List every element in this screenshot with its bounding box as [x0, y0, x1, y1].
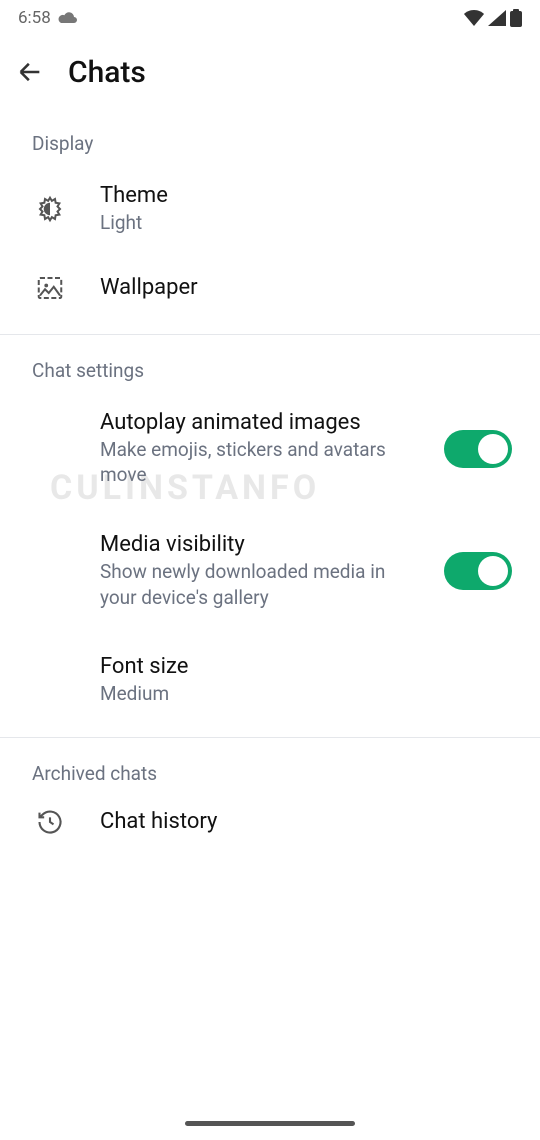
autoplay-toggle[interactable] — [444, 430, 512, 468]
wallpaper-title: Wallpaper — [100, 275, 516, 300]
theme-title: Theme — [100, 183, 516, 208]
section-display-header: Display — [0, 108, 540, 165]
section-archived-header: Archived chats — [0, 738, 540, 795]
font-size-value: Medium — [100, 681, 420, 707]
wallpaper-icon — [34, 272, 66, 304]
section-chat-settings-header: Chat settings — [0, 335, 540, 392]
media-visibility-subtitle: Show newly downloaded media in your devi… — [100, 559, 410, 610]
cloud-icon — [57, 10, 79, 26]
media-visibility-toggle[interactable] — [444, 552, 512, 590]
setting-font-size[interactable]: Font size Medium — [0, 628, 540, 725]
media-visibility-title: Media visibility — [100, 532, 410, 557]
status-time: 6:58 — [18, 8, 51, 28]
chat-history-title: Chat history — [100, 809, 516, 834]
setting-theme[interactable]: Theme Light — [0, 165, 540, 254]
app-header: Chats — [0, 36, 540, 108]
setting-autoplay[interactable]: Autoplay animated images Make emojis, st… — [0, 392, 540, 506]
setting-media-visibility[interactable]: Media visibility Show newly downloaded m… — [0, 506, 540, 628]
history-icon — [34, 806, 66, 838]
theme-icon — [34, 193, 66, 225]
page-title: Chats — [68, 55, 146, 90]
autoplay-title: Autoplay animated images — [100, 410, 410, 435]
theme-value: Light — [100, 210, 420, 236]
status-bar: 6:58 — [0, 0, 540, 36]
home-indicator[interactable] — [185, 1121, 355, 1126]
autoplay-subtitle: Make emojis, stickers and avatars move — [100, 437, 410, 488]
font-size-title: Font size — [100, 654, 516, 679]
signal-icon — [488, 10, 506, 26]
wifi-icon — [464, 10, 484, 26]
battery-icon — [510, 9, 522, 27]
setting-wallpaper[interactable]: Wallpaper — [0, 254, 540, 322]
back-button[interactable] — [16, 58, 44, 86]
setting-chat-history[interactable]: Chat history — [0, 795, 540, 859]
